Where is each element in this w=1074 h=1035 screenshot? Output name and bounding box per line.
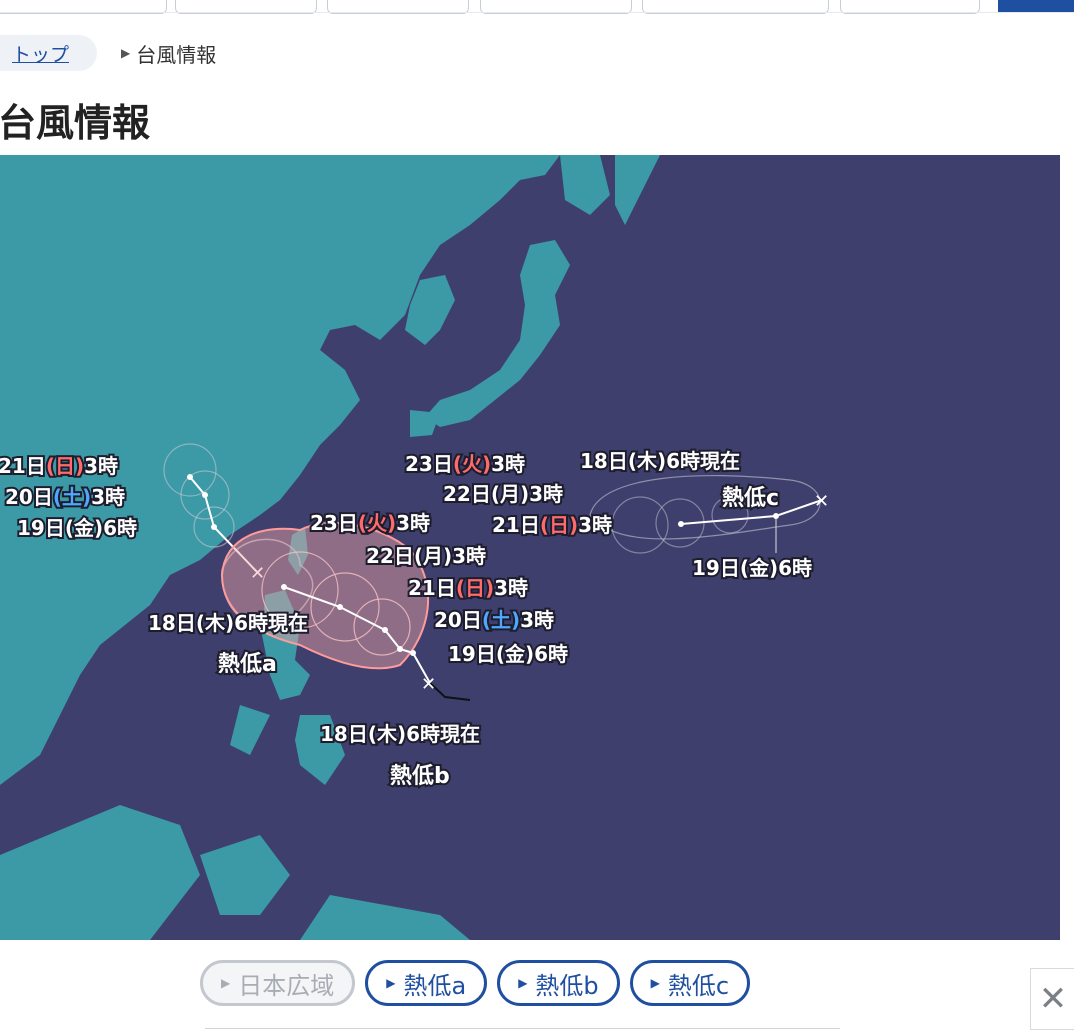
typhoon-c-point	[773, 513, 779, 519]
typhoon-b-name-label: 熱低b	[390, 763, 450, 789]
typhoon-c-circle	[611, 496, 669, 554]
typhoon-b-marker: ✕	[421, 674, 436, 695]
kyushu-land	[410, 410, 440, 437]
nav-tab-active[interactable]	[998, 0, 1074, 12]
page-title: 台風情報	[0, 101, 151, 145]
breadcrumb-separator-icon: ▶	[121, 46, 131, 60]
new-guinea-land	[300, 895, 470, 940]
typhoon-b-point	[337, 604, 343, 610]
top-nav	[0, 0, 1074, 14]
borneo-land	[0, 805, 200, 940]
breadcrumb: トップ ▶ 台風情報	[0, 34, 216, 72]
arrow-right-icon: ▶	[386, 976, 396, 990]
typhoon-a-now-label: 18日(木)6時現在	[148, 611, 308, 635]
typhoon-a-point	[187, 474, 193, 480]
typhoon-b-point	[410, 650, 416, 656]
typhoon-c-forecast-label: 22日(月)3時	[443, 482, 563, 506]
select-td-c-button[interactable]: ▶ 熱低c	[629, 960, 751, 1006]
typhoon-b-point	[382, 627, 388, 633]
select-japan-wide-button[interactable]: ▶ 日本広域	[200, 960, 356, 1006]
nav-divider	[0, 12, 1074, 13]
typhoon-b-forecast-label: 19日(金)6時	[448, 642, 568, 666]
visayas-land	[230, 705, 270, 755]
breadcrumb-home-link[interactable]: トップ	[0, 35, 98, 71]
map-svg: ✕ ✕ ✕ 21日(日)3時 20日(土)3時 19日(金)6時 18日(木)6…	[0, 155, 829, 940]
select-td-b-button[interactable]: ▶ 熱低b	[497, 960, 620, 1006]
breadcrumb-current: 台風情報	[136, 42, 217, 67]
typhoon-c-area	[589, 475, 821, 540]
select-button-label: 日本広域	[238, 971, 335, 1000]
arrow-right-icon: ▶	[518, 976, 528, 990]
typhoon-b-point	[397, 646, 403, 652]
far-east-land	[560, 155, 610, 215]
select-button-label: 熱低b	[535, 971, 599, 1000]
typhoon-b-forecast-label: 20日(土)3時	[434, 608, 554, 632]
close-icon[interactable]: ✕	[1030, 968, 1074, 1030]
typhoon-b-point	[281, 584, 287, 590]
select-button-label: 熱低a	[403, 971, 467, 1000]
typhoon-c-forecast-label: 23日(火)3時	[405, 452, 525, 476]
typhoon-a-name-label: 熱低a	[218, 651, 277, 677]
typhoon-b-now-label: 18日(木)6時現在	[320, 722, 480, 746]
typhoon-b-forecast-label: 23日(火)3時	[310, 511, 430, 535]
typhoon-c-point	[678, 521, 684, 527]
typhoon-a-point	[202, 492, 208, 498]
typhoon-c-track[interactable]: ✕	[589, 475, 829, 554]
typhoon-b-forecast-label: 22日(月)3時	[366, 544, 486, 568]
typhoon-a-forecast-label: 19日(金)6時	[17, 516, 137, 540]
arrow-right-icon: ▶	[221, 976, 231, 990]
typhoon-c-marker: ✕	[814, 491, 829, 512]
select-td-a-button[interactable]: ▶ 熱低a	[365, 960, 488, 1006]
typhoon-c-forecast-label: 21日(日)3時	[492, 513, 612, 537]
typhoon-c-name-label: 熱低c	[722, 485, 779, 511]
typhoon-a-forecast-label: 20日(土)3時	[5, 485, 125, 509]
kuril-land	[615, 155, 660, 225]
typhoon-b-forecast-label: 21日(日)3時	[408, 576, 528, 600]
japan-land	[425, 240, 570, 427]
map-selector: ▶ 日本広域 ▶ 熱低a ▶ 熱低b ▶ 熱低c	[200, 960, 751, 1006]
typhoon-c-forecast-label: 19日(金)6時	[692, 556, 812, 580]
typhoon-a-forecast-label: 21日(日)3時	[0, 454, 118, 478]
select-button-label: 熱低c	[667, 971, 730, 1000]
arrow-right-icon: ▶	[650, 976, 660, 990]
typhoon-a-point	[211, 524, 217, 530]
sulawesi-land	[200, 835, 290, 915]
typhoon-c-now-label: 18日(木)6時現在	[580, 449, 740, 473]
typhoon-map[interactable]: ✕ ✕ ✕ 21日(日)3時 20日(土)3時 19日(金)6時 18日(木)6…	[0, 155, 1060, 940]
